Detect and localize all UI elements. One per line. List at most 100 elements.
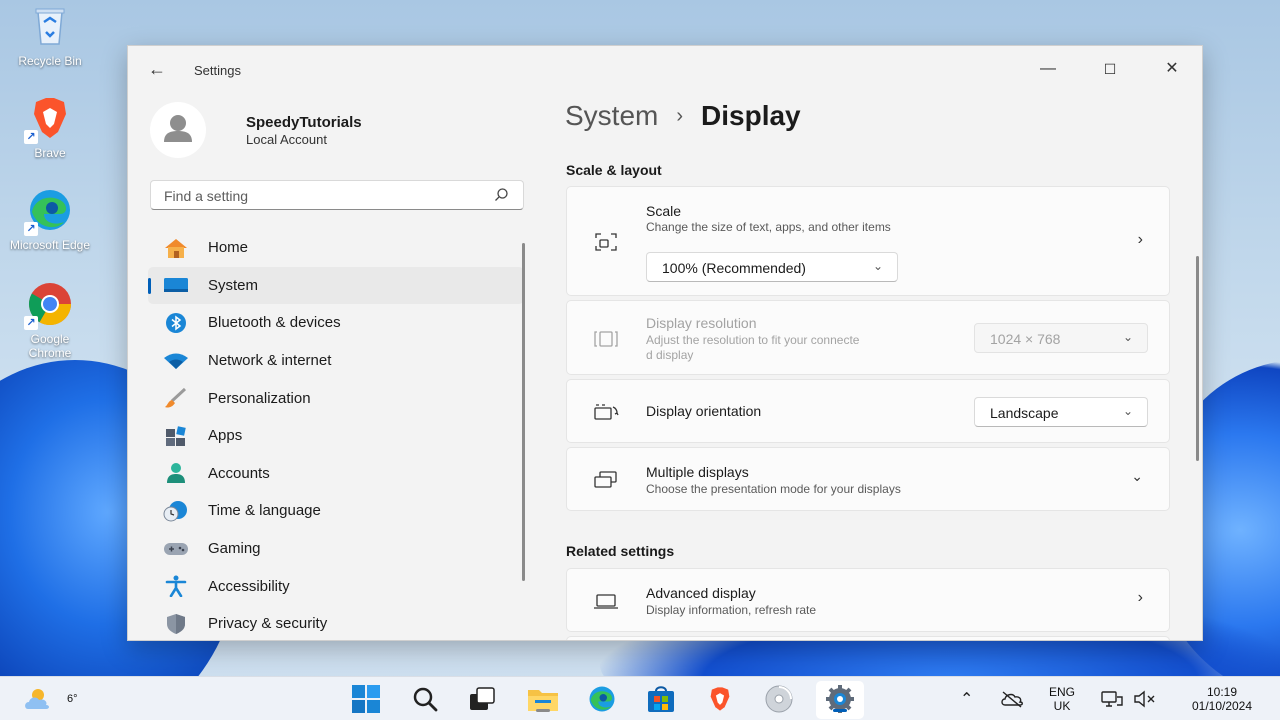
sidebar-item-personalization[interactable]: Personalization	[148, 379, 524, 417]
multiple-displays-title: Multiple displays	[646, 464, 749, 480]
multiple-displays-icon	[594, 471, 617, 488]
language-indicator[interactable]: ENG UK	[1044, 685, 1080, 713]
brave-icon: ↗	[24, 94, 74, 144]
shortcut-arrow-icon: ↗	[24, 316, 38, 330]
maximize-button[interactable]: ☐	[1087, 54, 1133, 84]
section-heading-related-settings: Related settings	[566, 543, 675, 559]
orientation-dropdown[interactable]: Landscape ⌄	[974, 397, 1148, 427]
desktop-icon-edge[interactable]: ↗ Microsoft Edge	[8, 186, 92, 252]
search-input[interactable]: Find a setting	[150, 180, 524, 210]
sidebar-item-gaming[interactable]: Gaming	[148, 530, 524, 568]
brush-icon	[162, 387, 190, 409]
sidebar-item-home[interactable]: Home	[148, 229, 524, 267]
sidebar-item-bluetooth[interactable]: Bluetooth & devices	[148, 304, 524, 342]
edge-icon[interactable]	[586, 684, 618, 714]
sidebar-item-label: Bluetooth & devices	[208, 314, 341, 332]
onedrive-offline-icon[interactable]	[1000, 689, 1024, 714]
scale-dropdown[interactable]: 100% (Recommended) ⌄	[646, 252, 898, 282]
profile-name: SpeedyTutorials	[246, 114, 362, 131]
sidebar-item-time-language[interactable]: Time & language	[148, 492, 524, 530]
taskbar: 6° ⌃ ENG UK 10:19 01/10/2024	[0, 676, 1280, 720]
network-icon[interactable]	[1100, 689, 1124, 714]
clock-globe-icon	[162, 500, 190, 522]
clock-time: 10:19	[1206, 685, 1238, 699]
display-resolution-title: Display resolution	[646, 315, 757, 331]
settings-gear-icon[interactable]	[824, 684, 856, 714]
store-icon[interactable]	[645, 684, 677, 714]
content-scrollbar[interactable]	[1196, 256, 1199, 461]
sidebar-item-apps[interactable]: Apps	[148, 417, 524, 455]
profile-account-type: Local Account	[246, 132, 327, 147]
accounts-icon	[162, 462, 190, 484]
weather-widget[interactable]: 6°	[22, 685, 78, 713]
accessibility-icon	[162, 575, 190, 598]
clock[interactable]: 10:19 01/10/2024	[1174, 685, 1270, 713]
sidebar-item-label: Privacy & security	[208, 615, 328, 633]
edge-icon: ↗	[24, 186, 74, 236]
file-explorer-icon[interactable]	[527, 684, 559, 714]
display-resolution-card: Display resolution Adjust the resolution…	[566, 300, 1170, 375]
back-arrow-icon[interactable]: ←	[148, 59, 166, 80]
chrome-icon: ↗	[24, 280, 74, 330]
wifi-icon	[162, 350, 190, 372]
desktop-icon-recycle-bin[interactable]: Recycle Bin	[8, 2, 92, 68]
sidebar-item-accounts[interactable]: Accounts	[148, 455, 524, 493]
user-silhouette-icon	[164, 115, 192, 142]
search-icon[interactable]	[409, 684, 441, 714]
advanced-display-title: Advanced display	[646, 585, 756, 601]
keyboard-layout: UK	[1053, 699, 1071, 713]
resolution-dropdown: 1024 × 768 ⌄	[974, 323, 1148, 353]
avatar[interactable]	[150, 102, 228, 158]
chevron-right-icon: ›	[1137, 589, 1143, 606]
next-card-partial[interactable]	[566, 636, 1170, 640]
laptop-icon	[594, 594, 618, 609]
sidebar-item-accessibility[interactable]: Accessibility	[148, 567, 524, 605]
chevron-up-icon[interactable]: ⌃	[960, 689, 973, 709]
window-title: Settings	[194, 63, 241, 78]
weather-cloud-icon	[25, 689, 49, 709]
apps-icon	[162, 425, 190, 447]
minimize-button[interactable]: —	[1025, 54, 1071, 84]
sidebar-scrollbar[interactable]	[522, 243, 525, 581]
chevron-down-icon: ⌄	[1122, 330, 1133, 344]
display-orientation-card[interactable]: Display orientation Landscape ⌄	[566, 379, 1170, 443]
weather-temperature: 6°	[67, 693, 78, 705]
resolution-dropdown-value: 1024 × 768	[990, 331, 1061, 347]
sidebar-item-label: Home	[208, 239, 249, 257]
task-view-icon[interactable]	[466, 684, 498, 714]
advanced-display-desc: Display information, refresh rate	[646, 603, 817, 617]
desktop-icon-label: Brave	[34, 146, 66, 160]
desktop-icon-label: Recycle Bin	[18, 54, 82, 68]
scale-description: Change the size of text, apps, and other…	[646, 220, 891, 234]
start-icon[interactable]	[350, 684, 382, 714]
chevron-down-icon: ⌄	[1122, 404, 1133, 418]
breadcrumb-parent[interactable]: System	[565, 100, 658, 131]
sidebar-nav: Home System Bluetooth & devices Network …	[148, 229, 524, 640]
sidebar-item-privacy[interactable]: Privacy & security	[148, 605, 524, 640]
resolution-icon	[594, 331, 618, 347]
shortcut-arrow-icon: ↗	[24, 222, 38, 236]
sidebar-item-label: Personalization	[208, 389, 311, 407]
advanced-display-card[interactable]: Advanced display Display information, re…	[566, 568, 1170, 632]
desktop-icon-chrome[interactable]: ↗ Google Chrome	[8, 280, 92, 360]
desktop-icon-brave[interactable]: ↗ Brave	[8, 94, 92, 160]
multiple-displays-card[interactable]: Multiple displays Choose the presentatio…	[566, 447, 1170, 511]
orientation-dropdown-value: Landscape	[990, 405, 1059, 421]
display-orientation-title: Display orientation	[646, 403, 762, 419]
brave-icon[interactable]	[704, 684, 736, 714]
chevron-down-icon[interactable]: ⌄	[1131, 468, 1143, 485]
search-placeholder: Find a setting	[164, 188, 249, 204]
multiple-displays-desc: Choose the presentation mode for your di…	[646, 482, 901, 496]
page-title: Display	[701, 100, 801, 131]
sidebar-item-label: Accessibility	[208, 577, 290, 595]
scale-icon	[595, 233, 617, 251]
disc-icon[interactable]	[763, 684, 795, 714]
home-icon	[162, 237, 190, 259]
scale-card[interactable]: Scale Change the size of text, apps, and…	[566, 186, 1170, 296]
sidebar-item-system[interactable]: System	[148, 266, 524, 305]
volume-muted-icon[interactable]	[1133, 689, 1159, 714]
sidebar-item-label: Apps	[208, 427, 243, 445]
sidebar-item-network[interactable]: Network & internet	[148, 342, 524, 380]
bluetooth-icon	[162, 312, 190, 334]
close-button[interactable]: ✕	[1149, 54, 1195, 84]
